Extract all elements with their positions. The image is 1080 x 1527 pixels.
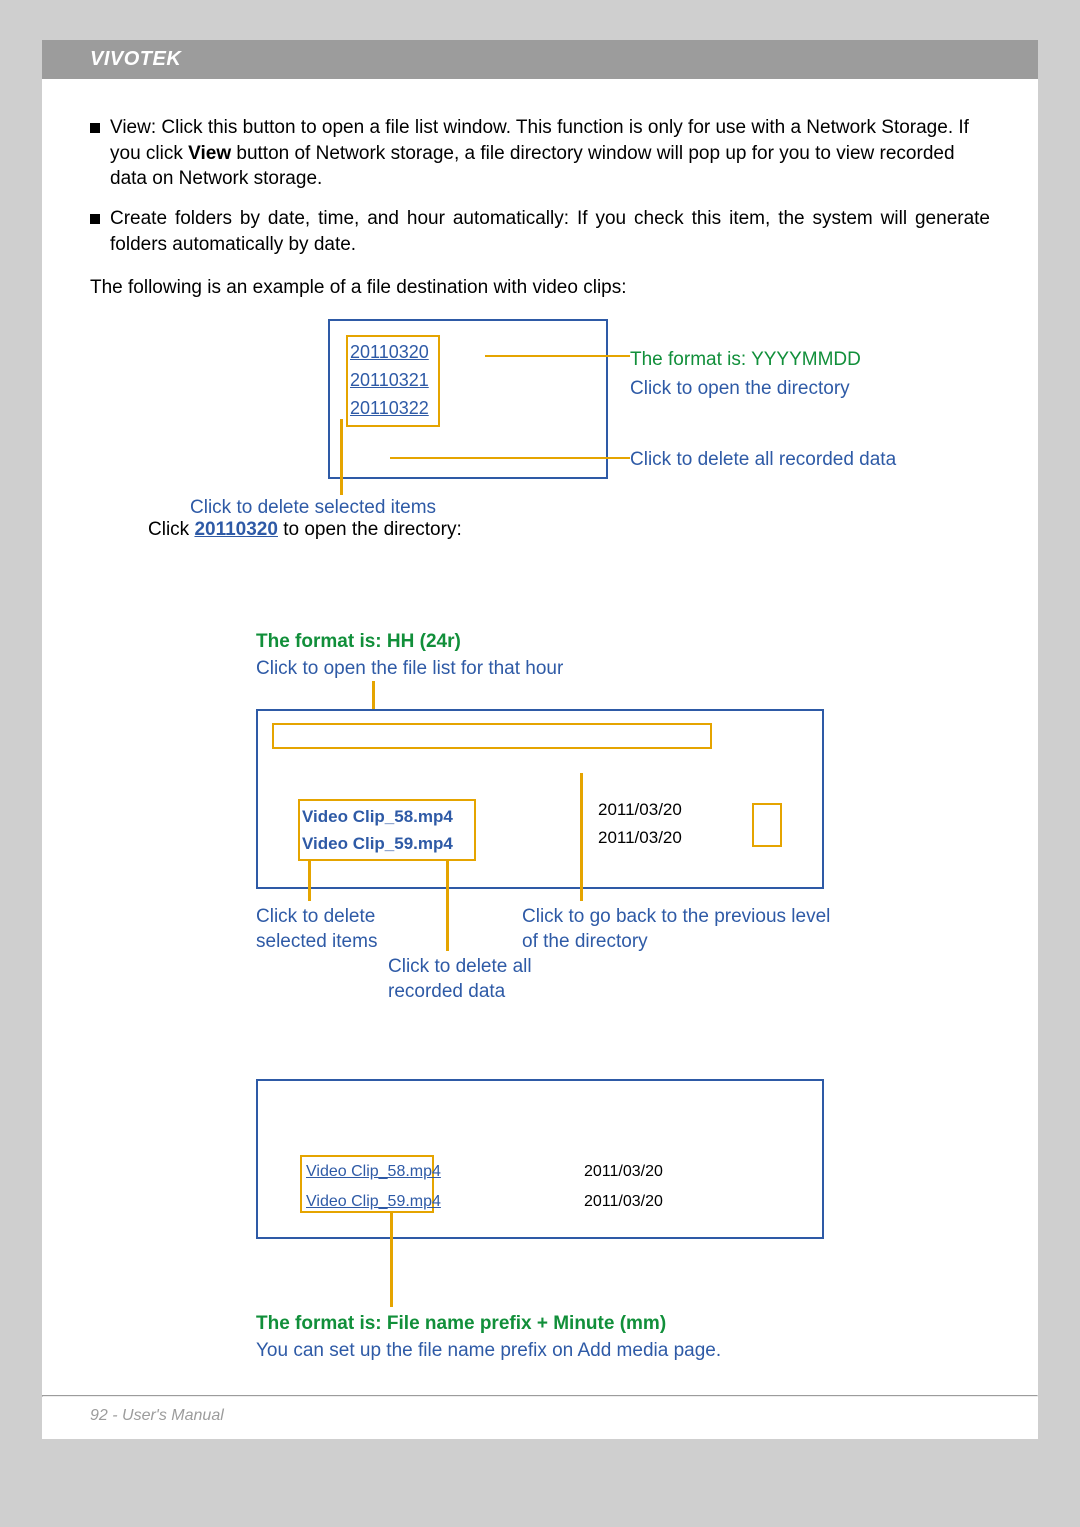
callout-format: The format is: YYYYMMDD [630, 347, 861, 373]
connector-line [308, 859, 311, 901]
filename-caption: The format is: File name prefix + Minute… [256, 1311, 721, 1364]
file-link-1[interactable]: Video Clip_59.mp4 [302, 830, 472, 857]
click-open-instruction: Click 20110320 to open the directory: [148, 517, 462, 543]
file-link-0[interactable]: Video Clip_58.mp4 [302, 803, 472, 830]
bullet-text: Create folders by date, time, and hour a… [110, 206, 990, 257]
connector-line [485, 355, 630, 357]
file-block: Video Clip_58.mp4 Video Clip_59.mp4 2011… [298, 799, 658, 861]
date-link-0[interactable]: 20110320 [350, 339, 436, 367]
text-bold: View [188, 143, 231, 164]
bullet-icon [90, 123, 100, 133]
file-link-1[interactable]: Video Clip_59.mp4 [306, 1191, 441, 1213]
file-link-0[interactable]: Video Clip_58.mp4 [306, 1161, 441, 1183]
click-date-link[interactable]: 20110320 [194, 519, 278, 540]
connector-line [580, 773, 583, 901]
text: to open the directory: [278, 519, 462, 540]
filename-setup: You can set up the file name prefix on A… [256, 1338, 721, 1364]
connector-line [446, 861, 449, 951]
date-link-2[interactable]: 20110322 [350, 395, 436, 423]
file-date-1: 2011/03/20 [584, 1191, 663, 1213]
bullet-view: View: Click this button to open a file l… [90, 115, 990, 192]
diagram-dates: 20110320 20110321 20110322 The format is… [90, 319, 990, 579]
connector-line [390, 457, 630, 459]
header-band: VIVOTEK [42, 40, 1038, 79]
callout-format-open: The format is: YYYYMMDD Click to open th… [630, 347, 861, 402]
callout-delete-all: Click to delete all recorded data [388, 955, 588, 1004]
file-date-1: 2011/03/20 [598, 827, 682, 850]
text: Click [148, 519, 194, 540]
hour-bar-highlight [272, 723, 712, 749]
file-date-0: 2011/03/20 [598, 799, 682, 822]
footer-text: 92 - User's Manual [42, 1397, 1038, 1439]
callout-go-back: Click to go back to the previous level o… [522, 905, 842, 954]
directory-box: 20110320 20110321 20110322 [328, 319, 608, 479]
diagram-hour: The format is: HH (24r) Click to open th… [90, 629, 990, 1049]
date-link-1[interactable]: 20110321 [350, 367, 436, 395]
hh-label: The format is: HH (24r) Click to open th… [256, 629, 563, 682]
filename-format: The format is: File name prefix + Minute… [256, 1311, 721, 1337]
back-highlight-box [752, 803, 782, 847]
file-date-0: 2011/03/20 [584, 1161, 663, 1183]
footer: 92 - User's Manual [42, 1395, 1038, 1439]
connector-line [390, 1211, 393, 1307]
file-list-highlight: Video Clip_58.mp4 Video Clip_59.mp4 [298, 799, 476, 861]
diagram-filename: Video Clip_58.mp4 Video Clip_59.mp4 2011… [90, 1079, 990, 1379]
content-area: View: Click this button to open a file l… [42, 79, 1038, 1379]
hh-format: The format is: HH (24r) [256, 629, 563, 655]
hh-open: Click to open the file list for that hou… [256, 656, 563, 682]
bullet-text: View: Click this button to open a file l… [110, 115, 990, 192]
bullet-create-folders: Create folders by date, time, and hour a… [90, 206, 990, 257]
intro-text: The following is an example of a file de… [90, 275, 990, 301]
callout-open: Click to open the directory [630, 376, 861, 402]
date-links-highlight: 20110320 20110321 20110322 [346, 335, 440, 427]
filename-box: Video Clip_58.mp4 Video Clip_59.mp4 2011… [256, 1079, 824, 1239]
callout-delete-all: Click to delete all recorded data [630, 447, 896, 473]
text: button of Network storage, a file direct… [110, 143, 955, 190]
brand-label: VIVOTEK [90, 48, 181, 70]
connector-line [372, 681, 375, 709]
connector-line [340, 419, 343, 495]
bullet-icon [90, 214, 100, 224]
callout-delete-selected: Click to delete selected items [256, 905, 436, 954]
document-page: VIVOTEK View: Click this button to open … [42, 40, 1038, 1439]
hour-directory-box: Video Clip_58.mp4 Video Clip_59.mp4 2011… [256, 709, 824, 889]
